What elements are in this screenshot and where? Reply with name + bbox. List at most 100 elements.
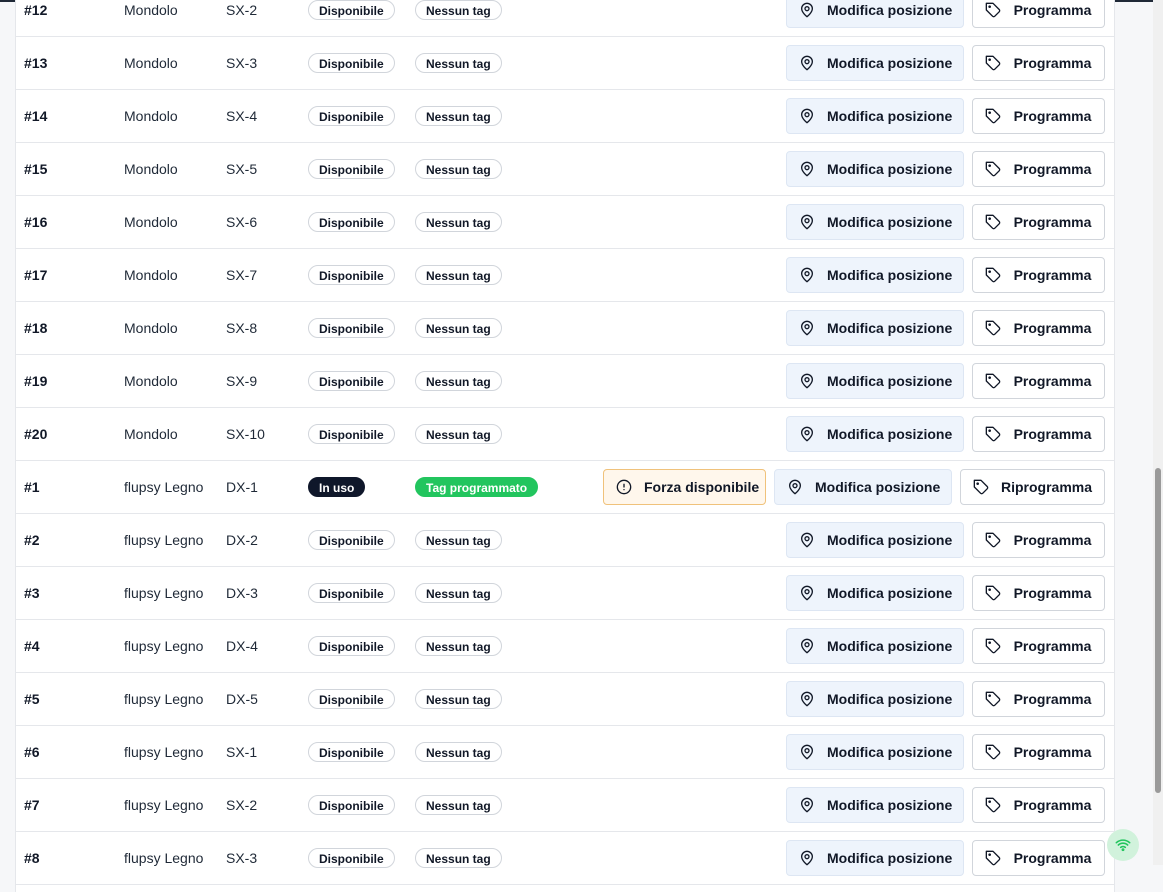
flupsy-name: Mondolo (124, 426, 178, 442)
table-row: #5 flupsy Legno DX-5 Disponibile Nessun … (16, 673, 1114, 726)
tag-icon (985, 214, 1001, 230)
edit-position-button[interactable]: Modifica posizione (774, 469, 952, 505)
program-button[interactable]: Programma (972, 0, 1105, 28)
tag-icon (985, 2, 1001, 18)
map-pin-icon (801, 108, 813, 124)
program-button[interactable]: Programma (972, 98, 1105, 134)
alert-circle-icon (616, 479, 632, 495)
map-pin-icon (801, 532, 813, 548)
position: DX-3 (226, 585, 258, 601)
status-badge: Disponibile (308, 848, 395, 868)
tag-icon (985, 532, 1001, 548)
program-button[interactable]: Programma (972, 416, 1105, 452)
status-badge: Disponibile (308, 318, 395, 338)
tag-icon (985, 850, 1001, 866)
edit-position-button[interactable]: Modifica posizione (786, 734, 964, 770)
basket-number: #8 (24, 850, 40, 866)
flupsy-name: flupsy Legno (124, 585, 204, 601)
tag-icon (985, 744, 1001, 760)
tag-badge: Nessun tag (415, 424, 502, 444)
tag-icon (985, 426, 1001, 442)
tag-icon (985, 267, 1001, 283)
edit-position-button[interactable]: Modifica posizione (786, 257, 964, 293)
flupsy-name: flupsy Legno (124, 691, 204, 707)
edit-position-button[interactable]: Modifica posizione (786, 45, 964, 81)
program-button[interactable]: Programma (972, 45, 1105, 81)
table-row-in-use: #1 flupsy Legno DX-1 In uso Tag programm… (16, 461, 1114, 514)
status-badge: Disponibile (308, 53, 395, 73)
edit-position-button[interactable]: Modifica posizione (786, 204, 964, 240)
tag-badge: Nessun tag (415, 848, 502, 868)
edit-position-button[interactable]: Modifica posizione (786, 151, 964, 187)
program-button[interactable]: Programma (972, 575, 1105, 611)
flupsy-name: flupsy Legno (124, 797, 204, 813)
map-pin-icon (801, 744, 813, 760)
force-available-button[interactable]: Forza disponibile (603, 469, 766, 505)
tag-badge: Nessun tag (415, 689, 502, 709)
status-badge: Disponibile (308, 0, 395, 20)
status-badge: Disponibile (308, 265, 395, 285)
edit-position-button[interactable]: Modifica posizione (786, 840, 964, 876)
edit-position-button[interactable]: Modifica posizione (786, 787, 964, 823)
position: SX-6 (226, 214, 258, 230)
program-button[interactable]: Programma (972, 257, 1105, 293)
connection-status-button[interactable] (1107, 829, 1139, 861)
edit-position-button[interactable]: Modifica posizione (786, 98, 964, 134)
tag-badge: Nessun tag (415, 159, 502, 179)
position: SX-1 (226, 744, 258, 760)
program-button[interactable]: Programma (972, 151, 1105, 187)
program-button[interactable]: Programma (972, 628, 1105, 664)
program-button[interactable]: Programma (972, 310, 1105, 346)
program-button[interactable]: Programma (972, 522, 1105, 558)
position: SX-8 (226, 320, 258, 336)
map-pin-icon (801, 267, 813, 283)
basket-number: #15 (24, 161, 48, 177)
edit-position-button[interactable]: Modifica posizione (786, 681, 964, 717)
map-pin-icon (801, 585, 813, 601)
flupsy-name: Mondolo (124, 2, 178, 18)
flupsy-name: Mondolo (124, 373, 178, 389)
table-row: #14 Mondolo SX-4 Disponibile Nessun tag … (16, 90, 1114, 143)
edit-position-button[interactable]: Modifica posizione (786, 628, 964, 664)
edit-position-button[interactable]: Modifica posizione (786, 310, 964, 346)
status-badge: Disponibile (308, 689, 395, 709)
edit-position-button[interactable]: Modifica posizione (786, 363, 964, 399)
edit-position-button[interactable]: Modifica posizione (786, 575, 964, 611)
reprogram-button[interactable]: Riprogramma (960, 469, 1105, 505)
flupsy-name: Mondolo (124, 55, 178, 71)
tag-badge: Nessun tag (415, 0, 502, 20)
status-badge: Disponibile (308, 212, 395, 232)
tag-badge: Nessun tag (415, 636, 502, 656)
table-row: #6 flupsy Legno SX-1 Disponibile Nessun … (16, 726, 1114, 779)
scrollbar[interactable] (1153, 0, 1163, 865)
tag-icon (985, 55, 1001, 71)
table-row: #15 Mondolo SX-5 Disponibile Nessun tag … (16, 143, 1114, 196)
basket-number: #17 (24, 267, 48, 283)
status-badge: Disponibile (308, 583, 395, 603)
edit-position-button[interactable]: Modifica posizione (786, 0, 964, 28)
basket-number: #12 (24, 2, 48, 18)
map-pin-icon (801, 691, 813, 707)
program-button[interactable]: Programma (972, 363, 1105, 399)
table-row: #19 Mondolo SX-9 Disponibile Nessun tag … (16, 355, 1114, 408)
tag-badge: Nessun tag (415, 583, 502, 603)
status-badge: Disponibile (308, 795, 395, 815)
edit-position-button[interactable]: Modifica posizione (786, 416, 964, 452)
table-row: #17 Mondolo SX-7 Disponibile Nessun tag … (16, 249, 1114, 302)
flupsy-name: Mondolo (124, 214, 178, 230)
position: SX-4 (226, 108, 258, 124)
position: DX-5 (226, 691, 258, 707)
program-button[interactable]: Programma (972, 787, 1105, 823)
scrollbar-thumb[interactable] (1155, 468, 1161, 793)
basket-number: #18 (24, 320, 48, 336)
edit-position-button[interactable]: Modifica posizione (786, 522, 964, 558)
basket-number: #6 (24, 744, 40, 760)
tag-icon (985, 108, 1001, 124)
program-button[interactable]: Programma (972, 681, 1105, 717)
program-button[interactable]: Programma (972, 204, 1105, 240)
map-pin-icon (789, 479, 801, 495)
status-badge: Disponibile (308, 636, 395, 656)
program-button[interactable]: Programma (972, 840, 1105, 876)
tag-badge: Nessun tag (415, 371, 502, 391)
program-button[interactable]: Programma (972, 734, 1105, 770)
